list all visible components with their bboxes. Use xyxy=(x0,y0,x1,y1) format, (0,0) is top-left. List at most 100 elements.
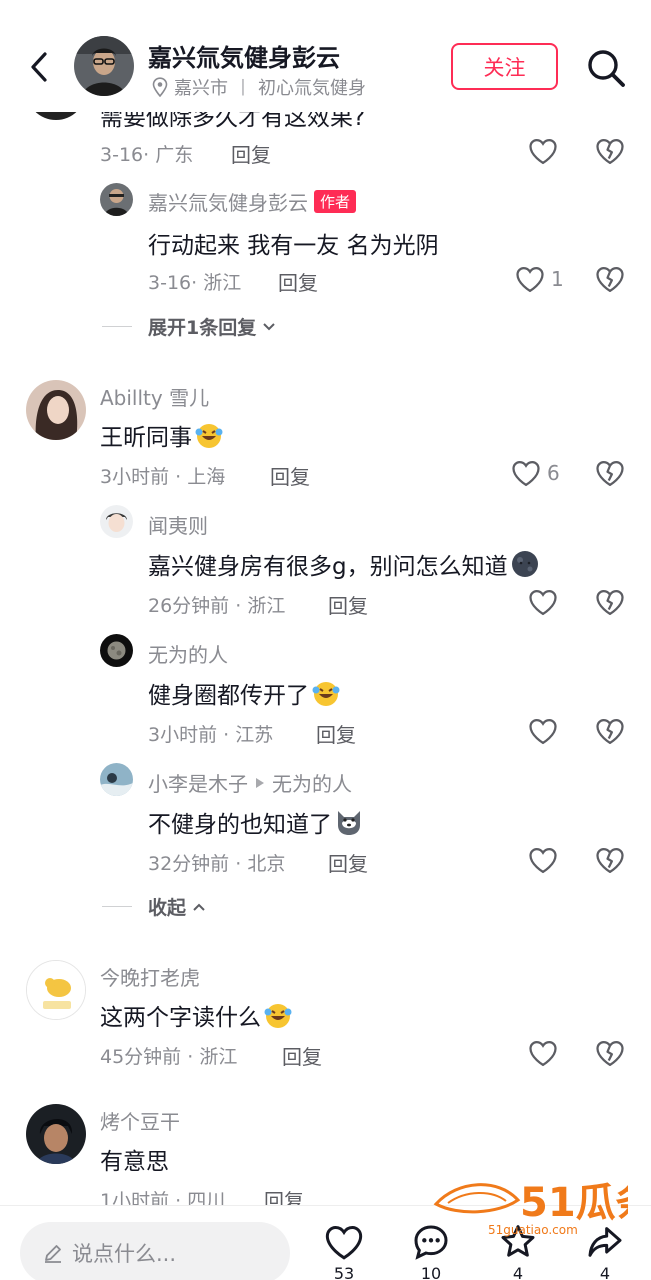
expand-label: 展开1条回复 xyxy=(148,317,257,339)
reply-to-username[interactable]: 无为的人 xyxy=(272,768,352,797)
comment-username[interactable]: 小李是木子 无为的人 xyxy=(148,768,352,797)
comment-meta: 32分钟前 · 北京 xyxy=(148,853,286,875)
like-button[interactable]: 1 xyxy=(515,264,564,294)
comment-text: 这两个字读什么 xyxy=(100,998,293,1032)
reply-button[interactable]: 回复 xyxy=(316,719,356,748)
collapse-replies-button[interactable]: 收起 xyxy=(102,893,206,920)
like-button[interactable] xyxy=(528,136,558,166)
heart-icon xyxy=(529,589,557,616)
comment-username[interactable]: 嘉兴氚気健身彭云 作者 xyxy=(148,187,357,216)
avatar[interactable] xyxy=(100,763,133,796)
avatar[interactable] xyxy=(26,380,86,440)
dislike-icon[interactable] xyxy=(595,716,625,746)
comment-username[interactable]: 无为的人 xyxy=(148,639,228,668)
comment-username[interactable]: Abillty 雪儿 xyxy=(100,382,209,411)
like-button[interactable] xyxy=(528,1038,558,1068)
back-arrow-icon[interactable] xyxy=(24,46,56,88)
like-count: 1 xyxy=(551,267,564,291)
account-name[interactable]: 嘉兴氚気健身彭云 xyxy=(148,38,340,73)
new-moon-face-emoji-icon xyxy=(511,551,538,577)
comment-region: 浙江 xyxy=(247,595,286,617)
location-label: 嘉兴市 xyxy=(174,78,228,99)
user-avatar-image xyxy=(26,380,86,440)
reply-button[interactable]: 回复 xyxy=(282,1041,322,1070)
like-button[interactable] xyxy=(528,587,558,617)
share-count: 4 xyxy=(599,1264,611,1280)
comment-username[interactable]: 烤个豆干 xyxy=(100,1106,180,1135)
comment-username[interactable]: 今晚打老虎 xyxy=(100,962,200,991)
username-label: 烤个豆干 xyxy=(100,1110,180,1134)
like-button[interactable] xyxy=(528,845,558,875)
account-avatar-image xyxy=(74,36,134,96)
reply-button[interactable]: 回复 xyxy=(328,848,368,877)
user-avatar-image xyxy=(27,961,85,1019)
dislike-icon[interactable] xyxy=(595,136,625,166)
user-avatar-image xyxy=(26,1104,86,1164)
husky-dog-emoji-icon xyxy=(338,811,360,835)
follow-button[interactable]: 关注 xyxy=(451,43,558,90)
avatar[interactable] xyxy=(100,183,133,216)
heart-icon xyxy=(512,460,540,487)
collapse-label: 收起 xyxy=(148,897,187,919)
reply-arrow-icon xyxy=(256,777,264,788)
comment-region: 广东 xyxy=(155,144,194,166)
comment-time: 3小时前 xyxy=(148,724,218,746)
comment-time: 3-16 xyxy=(100,144,144,166)
heart-icon xyxy=(516,266,544,293)
comment-time: 3小时前 xyxy=(100,466,170,488)
comment-time: 1小时前 xyxy=(100,1190,170,1205)
comment-meta: 3-16· 浙江 xyxy=(148,272,242,294)
reply-button[interactable]: 回复 xyxy=(328,590,368,619)
avatar[interactable] xyxy=(100,634,133,667)
reply-button[interactable]: 回复 xyxy=(278,267,318,296)
comment-text: 不健身的也知道了 xyxy=(148,805,364,839)
like-button[interactable] xyxy=(528,716,558,746)
account-location: 嘉兴市 丨 初心氚気健身 xyxy=(152,74,366,100)
reply-button[interactable]: 回复 xyxy=(270,461,310,490)
like-button[interactable]: 6 xyxy=(511,458,560,488)
reply-button[interactable]: 回复 xyxy=(264,1185,304,1205)
avatar[interactable] xyxy=(26,960,86,1020)
dislike-icon[interactable] xyxy=(595,1038,625,1068)
dislike-icon[interactable] xyxy=(595,845,625,875)
search-icon[interactable] xyxy=(585,47,627,89)
comment-region: 浙江 xyxy=(203,272,242,294)
user-avatar-image xyxy=(100,634,133,667)
comment-username[interactable]: 闻夷则 xyxy=(148,510,208,539)
username-label: 闻夷则 xyxy=(148,514,208,538)
comment-time: 32分钟前 xyxy=(148,853,230,875)
username-label: 嘉兴氚気健身彭云 xyxy=(148,191,308,215)
chevron-down-icon xyxy=(263,322,275,330)
watermark-text: 51瓜条 xyxy=(520,1180,628,1226)
comment-meta: 1小时前 · 四川 xyxy=(100,1186,225,1205)
location-pin-icon xyxy=(152,77,168,97)
comment-count: 10 xyxy=(420,1264,442,1280)
heart-icon xyxy=(529,847,557,874)
reply-button[interactable]: 回复 xyxy=(231,139,271,168)
comment-text: 嘉兴健身房有很多g，别问怎么知道 xyxy=(148,547,540,581)
comment-meta: 3小时前 · 上海 xyxy=(100,466,226,488)
divider xyxy=(102,906,132,907)
avatar[interactable] xyxy=(26,1104,86,1164)
comment-region: 四川 xyxy=(187,1190,226,1205)
like-count: 53 xyxy=(333,1264,355,1280)
heart-icon xyxy=(325,1225,363,1260)
user-avatar-image xyxy=(100,763,133,796)
comment-list[interactable]: 需要做除多久才有这效果? 3-16· 广东 回复 嘉兴氚気健身彭云 作者 行动起… xyxy=(0,0,651,1205)
comment-text: 行动起来 我有一友 名为光阴 xyxy=(148,233,439,259)
separator: 丨 xyxy=(234,78,252,99)
like-post-button[interactable]: 53 xyxy=(319,1222,369,1280)
heart-icon xyxy=(529,1040,557,1067)
dislike-icon[interactable] xyxy=(595,587,625,617)
dislike-icon[interactable] xyxy=(595,264,625,294)
comment-input[interactable]: 说点什么... xyxy=(20,1222,290,1280)
avatar[interactable] xyxy=(100,505,133,538)
comment-meta: 3-16· 广东 xyxy=(100,144,194,166)
account-avatar[interactable] xyxy=(74,36,134,96)
watermark-url: 51guatiao.com xyxy=(488,1223,578,1237)
user-avatar-image xyxy=(100,505,133,538)
expand-replies-button[interactable]: 展开1条回复 xyxy=(102,313,276,340)
dislike-icon[interactable] xyxy=(595,458,625,488)
laugh-cry-emoji-icon xyxy=(195,424,223,448)
username-label: 今晚打老虎 xyxy=(100,966,200,990)
